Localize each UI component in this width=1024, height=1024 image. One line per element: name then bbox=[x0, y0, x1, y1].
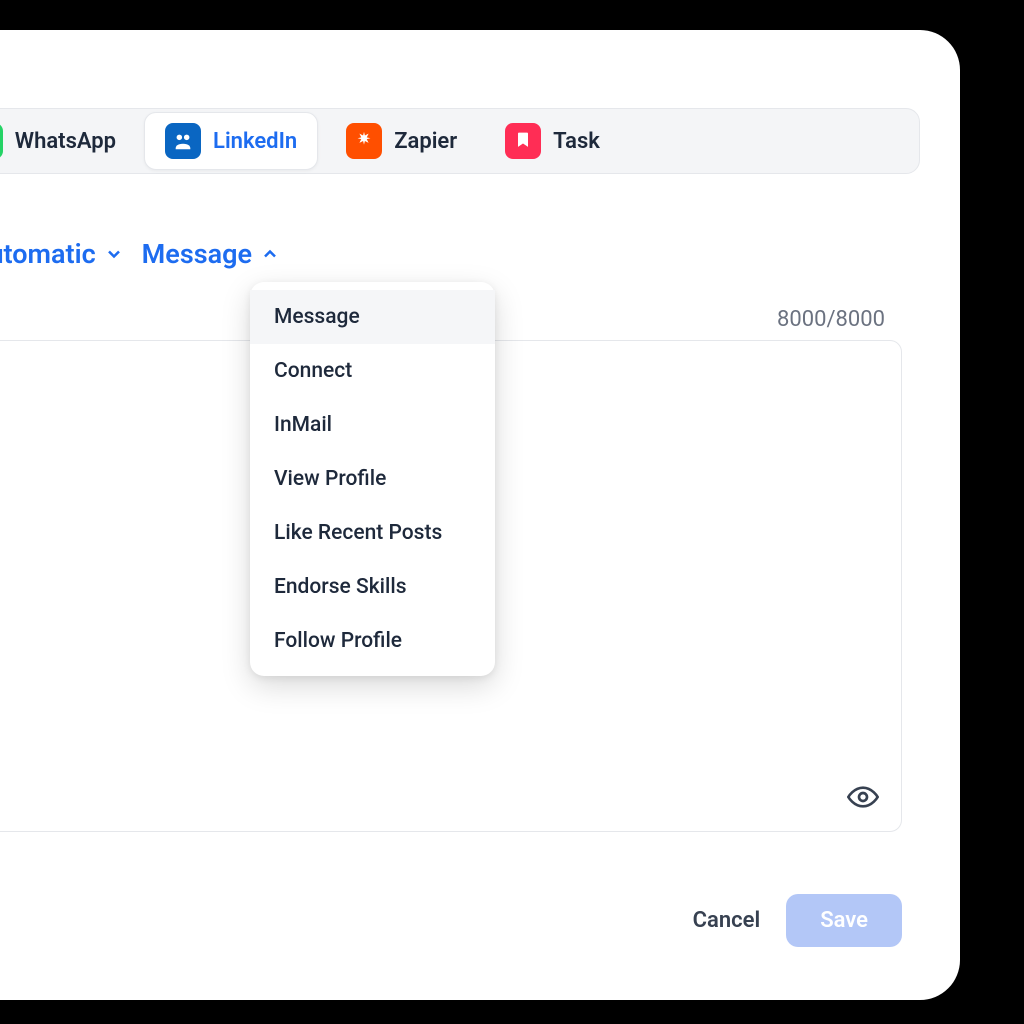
dropdown-item-inmail[interactable]: InMail bbox=[250, 398, 495, 452]
zapier-icon bbox=[346, 123, 382, 159]
dropdown-item-connect[interactable]: Connect bbox=[250, 344, 495, 398]
save-button[interactable]: Save bbox=[786, 894, 902, 947]
whatsapp-icon bbox=[0, 123, 3, 159]
action-dropdown-menu: Message Connect InMail View Profile Like… bbox=[250, 282, 495, 676]
dropdown-item-endorse[interactable]: Endorse Skills bbox=[250, 560, 495, 614]
preview-icon[interactable] bbox=[847, 781, 879, 817]
tab-label: LinkedIn bbox=[213, 129, 297, 154]
dropdown-item-message[interactable]: Message bbox=[250, 290, 495, 344]
tab-label: WhatsApp bbox=[15, 129, 116, 154]
tab-linkedin[interactable]: LinkedIn bbox=[144, 112, 318, 170]
mode-label: Automatic bbox=[0, 238, 96, 270]
action-dropdown[interactable]: Message bbox=[142, 238, 280, 270]
cancel-button[interactable]: Cancel bbox=[693, 908, 761, 933]
action-breadcrumb: edIn Automatic Message bbox=[0, 238, 280, 270]
dropdown-item-follow[interactable]: Follow Profile bbox=[250, 614, 495, 668]
modal-panel: IS WhatsApp LinkedIn Zapier Task bbox=[0, 30, 960, 1000]
mode-dropdown[interactable]: Automatic bbox=[0, 238, 124, 270]
tab-label: Zapier bbox=[394, 129, 457, 154]
char-counter: 8000/8000 bbox=[777, 307, 885, 332]
linkedin-icon bbox=[165, 123, 201, 159]
tab-task[interactable]: Task bbox=[485, 113, 620, 169]
tab-zapier[interactable]: Zapier bbox=[326, 113, 477, 169]
task-icon bbox=[505, 123, 541, 159]
dropdown-item-like-posts[interactable]: Like Recent Posts bbox=[250, 506, 495, 560]
chevron-up-icon bbox=[260, 244, 280, 264]
footer-actions: Cancel Save bbox=[693, 894, 902, 947]
channel-tabbar: IS WhatsApp LinkedIn Zapier Task bbox=[0, 108, 920, 174]
action-label: Message bbox=[142, 238, 252, 270]
tab-whatsapp[interactable]: WhatsApp bbox=[0, 113, 136, 169]
chevron-down-icon bbox=[104, 244, 124, 264]
tab-label: Task bbox=[553, 129, 600, 154]
dropdown-item-view-profile[interactable]: View Profile bbox=[250, 452, 495, 506]
